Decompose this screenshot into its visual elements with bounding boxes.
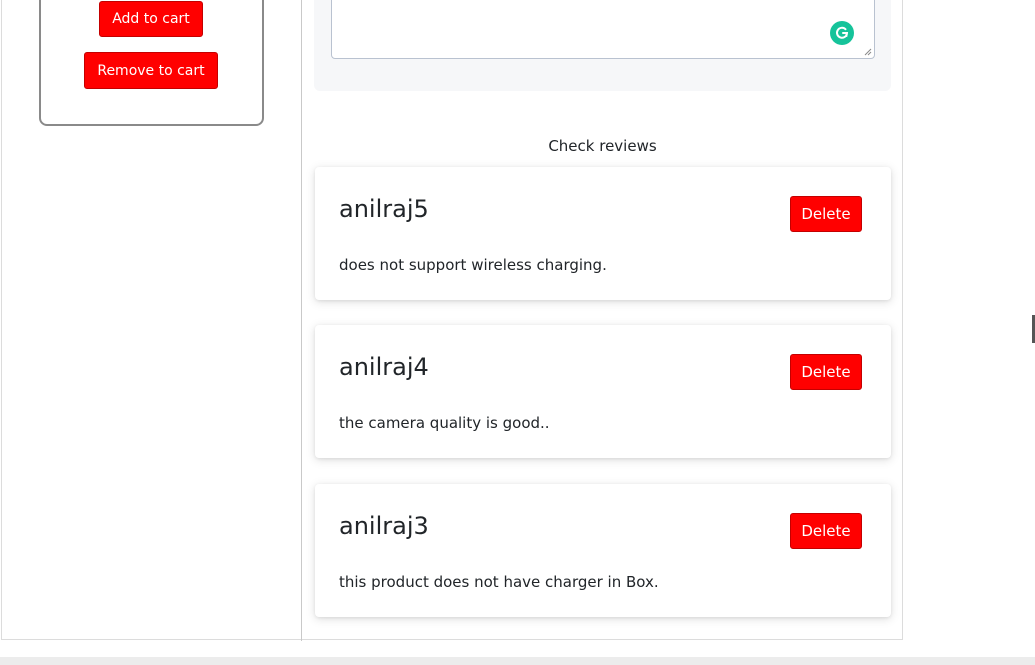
reviews-heading: Check reviews <box>548 137 657 155</box>
review-card: anilraj5 Delete does not support wireles… <box>315 167 891 300</box>
review-author: anilraj4 <box>339 353 429 381</box>
review-card: anilraj4 Delete the camera quality is go… <box>315 325 891 458</box>
column-divider <box>301 0 302 641</box>
review-text: the camera quality is good.. <box>339 414 550 432</box>
review-textarea[interactable] <box>331 0 875 59</box>
resize-handle-icon[interactable] <box>864 48 872 56</box>
add-to-cart-button[interactable]: Add to cart <box>99 1 203 37</box>
delete-review-button[interactable]: Delete <box>790 196 862 232</box>
review-text: this product does not have charger in Bo… <box>339 573 659 591</box>
review-author: anilraj5 <box>339 195 429 223</box>
review-author: anilraj3 <box>339 512 429 540</box>
grammarly-icon[interactable] <box>830 21 854 45</box>
horizontal-scrollbar[interactable] <box>0 657 1035 665</box>
remove-from-cart-button[interactable]: Remove to cart <box>84 52 218 89</box>
review-card: anilraj3 Delete this product does not ha… <box>315 484 891 617</box>
delete-review-button[interactable]: Delete <box>790 513 862 549</box>
delete-review-button[interactable]: Delete <box>790 354 862 390</box>
review-text: does not support wireless charging. <box>339 256 607 274</box>
